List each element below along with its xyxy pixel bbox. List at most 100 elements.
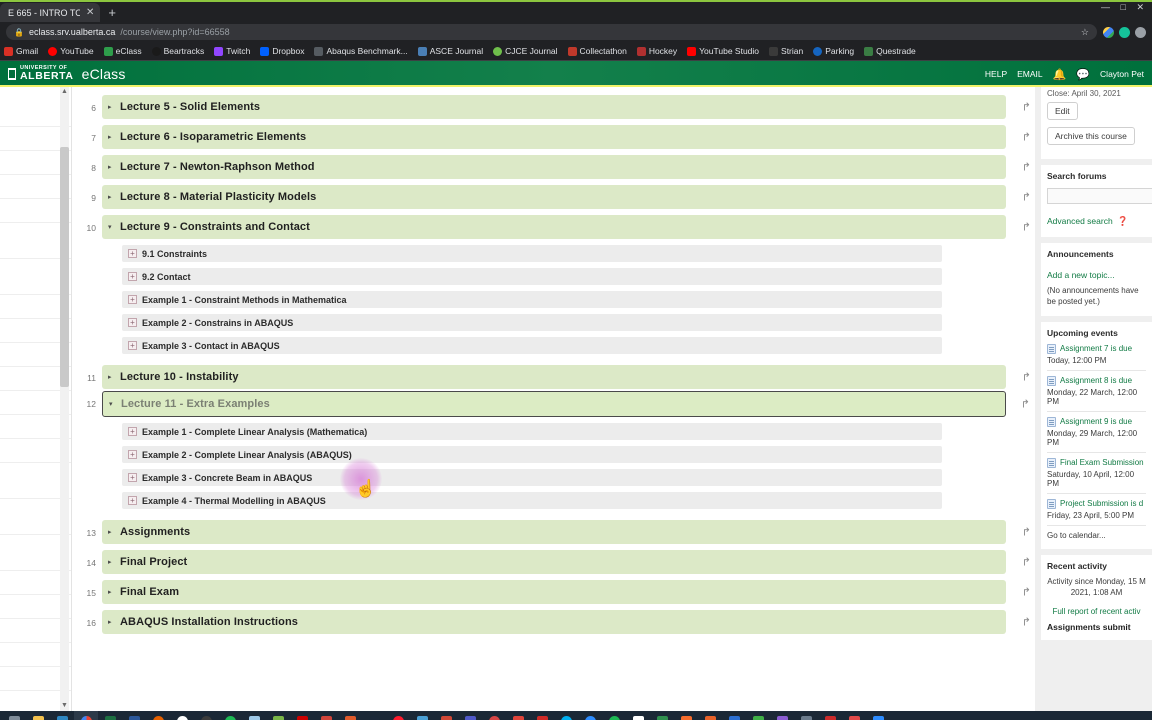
firefox-icon[interactable] <box>146 711 170 720</box>
advanced-search-link[interactable]: Advanced search <box>1047 216 1113 226</box>
abaqus-icon[interactable] <box>194 711 218 720</box>
chevron-right-icon[interactable]: ▸ <box>108 528 116 536</box>
onyx-icon[interactable] <box>170 711 194 720</box>
event-item[interactable]: Assignment 8 is due <box>1047 375 1146 386</box>
expand-plus-icon[interactable]: + <box>128 295 137 304</box>
section-title[interactable]: Lecture 9 - Constraints and Contact <box>120 221 310 233</box>
spotify-icon[interactable] <box>602 711 626 720</box>
section-title[interactable]: Lecture 11 - Extra Examples <box>121 398 270 410</box>
move-right-arrow-icon[interactable]: ↱ <box>1022 131 1031 144</box>
expand-plus-icon[interactable]: + <box>128 496 137 505</box>
bookmark-item[interactable]: Beartracks <box>151 46 204 56</box>
university-logo[interactable]: UNIVERSITY OF ALBERTA <box>8 65 74 83</box>
xming-icon[interactable] <box>410 711 434 720</box>
event-item[interactable]: Assignment 7 is due <box>1047 343 1146 354</box>
event-item[interactable]: Project Submission is d <box>1047 498 1146 509</box>
section-header[interactable]: ▸ Lecture 5 - Solid Elements ↱ <box>102 95 1031 119</box>
activity-item[interactable]: + Example 2 - Constrains in ABAQUS <box>122 314 942 331</box>
section-title[interactable]: Lecture 10 - Instability <box>120 371 239 383</box>
game-icon[interactable] <box>650 711 674 720</box>
weather-icon[interactable] <box>242 711 266 720</box>
activity-label[interactable]: Example 3 - Contact in ABAQUS <box>142 341 280 351</box>
section-header[interactable]: ▸ Final Exam ↱ <box>102 580 1031 604</box>
event-name[interactable]: Project Submission is d <box>1060 499 1143 509</box>
section-title[interactable]: ABAQUS Installation Instructions <box>120 616 298 628</box>
help-link[interactable]: HELP <box>985 69 1007 79</box>
bookmark-item[interactable]: YouTube <box>48 46 94 56</box>
mozilla-red-icon[interactable] <box>506 711 530 720</box>
expand-plus-icon[interactable]: + <box>128 318 137 327</box>
activity-item[interactable]: +9.1 Constraints <box>122 245 942 262</box>
profile-avatar-icon[interactable] <box>1135 26 1146 38</box>
settings-red-icon[interactable] <box>530 711 554 720</box>
close-icon[interactable]: ✕ <box>86 7 94 18</box>
excel-icon[interactable] <box>98 711 122 720</box>
move-right-arrow-icon[interactable]: ↱ <box>1022 371 1031 384</box>
mathematica-icon[interactable] <box>314 711 338 720</box>
full-report-link[interactable]: Full report of recent activ <box>1052 607 1140 616</box>
section-title[interactable]: Assignments <box>120 526 190 538</box>
event-name[interactable]: Final Exam Submission <box>1060 458 1144 468</box>
mendeley-icon[interactable] <box>794 711 818 720</box>
file-explorer-icon[interactable] <box>26 711 50 720</box>
calendar-icon[interactable] <box>434 711 458 720</box>
chevron-right-icon[interactable]: ▸ <box>108 193 116 201</box>
bookmark-item[interactable]: Strian <box>769 46 803 56</box>
section-title[interactable]: Lecture 7 - Newton-Raphson Method <box>120 161 315 173</box>
address-bar[interactable]: 🔒 eclass.srv.ualberta.ca/course/view.php… <box>6 24 1097 40</box>
flame-icon[interactable] <box>698 711 722 720</box>
section-title[interactable]: Final Exam <box>120 586 179 598</box>
skype-icon[interactable] <box>554 711 578 720</box>
zoom-blue-icon[interactable] <box>578 711 602 720</box>
chevron-right-icon[interactable]: ▸ <box>108 163 116 171</box>
add-new-topic-link[interactable]: Add a new topic... <box>1047 270 1115 280</box>
section-title[interactable]: Lecture 8 - Material Plasticity Models <box>120 191 316 203</box>
expand-plus-icon[interactable]: + <box>128 450 137 459</box>
crosshair-icon[interactable] <box>482 711 506 720</box>
section-title[interactable]: Lecture 5 - Solid Elements <box>120 101 260 113</box>
camera-icon[interactable] <box>866 711 890 720</box>
origin-icon[interactable] <box>674 711 698 720</box>
section-header[interactable]: ▸ Lecture 7 - Newton-Raphson Method ↱ <box>102 155 1031 179</box>
section-title[interactable]: Lecture 6 - Isoparametric Elements <box>120 131 306 143</box>
section-header-selected[interactable]: ▾ Lecture 11 - Extra Examples ↱ <box>102 391 1030 417</box>
matlab-icon[interactable] <box>338 711 362 720</box>
chevron-right-icon[interactable]: ▸ <box>108 133 116 141</box>
bookmark-item[interactable]: ASCE Journal <box>417 46 483 56</box>
bookmark-item[interactable]: Twitch <box>214 46 250 56</box>
pdf-icon[interactable] <box>818 711 842 720</box>
task-view-icon[interactable] <box>2 711 26 720</box>
event-item[interactable]: Assignment 9 is due <box>1047 416 1146 427</box>
move-right-arrow-icon[interactable]: ↱ <box>1022 221 1031 234</box>
move-right-arrow-icon[interactable]: ↱ <box>1022 556 1031 569</box>
opera-icon[interactable] <box>386 711 410 720</box>
notification-bell-icon[interactable]: 🔔 <box>1053 68 1067 81</box>
activity-item[interactable]: + Example 4 - Thermal Modelling in ABAQUS <box>122 492 942 509</box>
move-right-arrow-icon[interactable]: ↱ <box>1022 526 1031 539</box>
activity-label[interactable]: Example 1 - Constraint Methods in Mathem… <box>142 295 347 305</box>
search-forums-input[interactable] <box>1047 187 1152 204</box>
section-header[interactable]: ▸ ABAQUS Installation Instructions ↱ <box>102 610 1031 634</box>
edit-button[interactable]: Edit <box>1047 102 1078 120</box>
steam-icon[interactable] <box>362 711 386 720</box>
expand-plus-icon[interactable]: + <box>128 341 137 350</box>
activity-label[interactable]: Example 4 - Thermal Modelling in ABAQUS <box>142 496 326 506</box>
activity-label[interactable]: 9.2 Contact <box>142 272 191 282</box>
chrome-icon[interactable] <box>74 711 98 720</box>
section-title[interactable]: Final Project <box>120 556 187 568</box>
chevron-right-icon[interactable]: ▸ <box>108 103 116 111</box>
onenote-icon[interactable] <box>722 711 746 720</box>
sidebar-scrollbar-thumb[interactable] <box>60 147 69 387</box>
scroll-down-arrow-icon[interactable]: ▼ <box>60 702 69 709</box>
activity-item[interactable]: + Example 1 - Constraint Methods in Mathe… <box>122 291 942 308</box>
chevron-right-icon[interactable]: ▸ <box>108 558 116 566</box>
bookmark-item[interactable]: YouTube Studio <box>687 46 759 56</box>
activity-item[interactable]: + Example 3 - Concrete Beam in ABAQUS <box>122 469 942 486</box>
move-right-arrow-icon[interactable]: ↱ <box>1022 616 1031 629</box>
browser-tab[interactable]: E 665 - INTRO TO FI ✕ <box>0 3 101 22</box>
event-name[interactable]: Assignment 8 is due <box>1060 376 1132 386</box>
chevron-down-icon[interactable]: ▾ <box>109 400 117 408</box>
bookmark-item[interactable]: Gmail <box>4 46 38 56</box>
notepad-icon[interactable] <box>266 711 290 720</box>
scroll-up-arrow-icon[interactable]: ▲ <box>60 88 69 95</box>
